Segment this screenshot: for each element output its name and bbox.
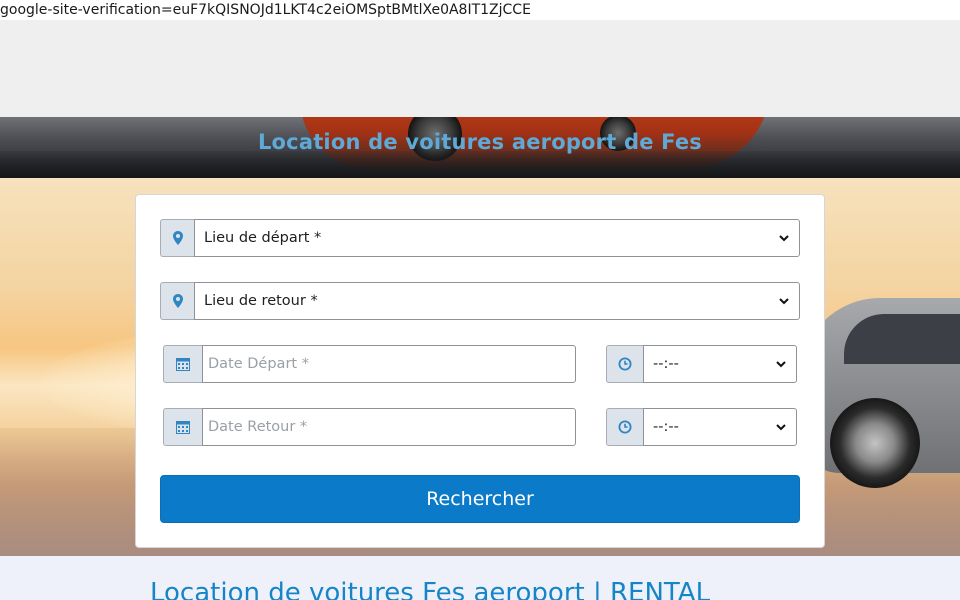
header-placeholder xyxy=(0,20,960,117)
title-banner: Location de voitures aeroport de Fes xyxy=(0,117,960,178)
return-location-field: Lieu de retour * xyxy=(160,282,800,320)
section-heading: Location de voitures Fes aeroport | RENT… xyxy=(150,578,711,600)
chevron-down-icon xyxy=(778,232,790,244)
return-location-select[interactable]: Lieu de retour * xyxy=(194,282,800,320)
pickup-time-field: --:-- xyxy=(606,345,797,383)
pickup-location-select[interactable]: Lieu de départ * xyxy=(194,219,800,257)
pickup-date-input[interactable]: Date Départ * xyxy=(202,345,576,383)
pickup-time-value: --:-- xyxy=(653,356,679,372)
return-date-field: Date Retour * xyxy=(163,408,576,446)
search-button[interactable]: Rechercher xyxy=(160,475,800,523)
calendar-icon xyxy=(163,345,202,383)
pickup-time-select[interactable]: --:-- xyxy=(643,345,797,383)
calendar-icon xyxy=(163,408,202,446)
chevron-down-icon xyxy=(778,295,790,307)
clock-icon xyxy=(606,408,643,446)
pickup-date-field: Date Départ * xyxy=(163,345,576,383)
return-date-input[interactable]: Date Retour * xyxy=(202,408,576,446)
return-time-field: --:-- xyxy=(606,408,797,446)
pickup-location-field: Lieu de départ * xyxy=(160,219,800,257)
chevron-down-icon xyxy=(775,358,787,370)
page-title: Location de voitures aeroport de Fes xyxy=(257,130,703,154)
content-section: Location de voitures Fes aeroport | RENT… xyxy=(0,556,960,600)
return-location-value: Lieu de retour * xyxy=(204,293,318,309)
map-marker-icon xyxy=(160,219,194,257)
search-form: Lieu de départ * Lieu de retour * Date D… xyxy=(135,194,825,548)
chevron-down-icon xyxy=(775,421,787,433)
map-marker-icon xyxy=(160,282,194,320)
pickup-location-value: Lieu de départ * xyxy=(204,230,322,246)
site-verification-text: google-site-verification=euF7kQISNOJd1LK… xyxy=(0,0,960,20)
return-time-select[interactable]: --:-- xyxy=(643,408,797,446)
clock-icon xyxy=(606,345,643,383)
return-time-value: --:-- xyxy=(653,419,679,435)
